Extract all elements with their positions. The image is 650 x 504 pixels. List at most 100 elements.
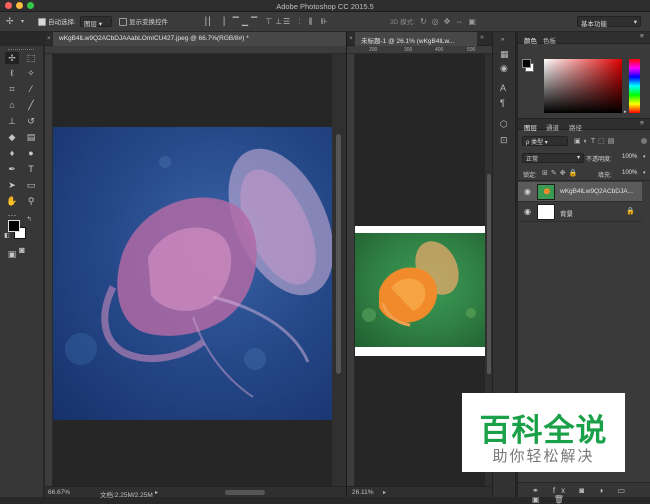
canvas-pasteboard-1[interactable] (53, 54, 346, 486)
tab-swatches[interactable]: 色板 (543, 35, 556, 45)
layer-action-icons[interactable]: ⚭ fx ◙ ◑ ▭ ▣ 🗑 (532, 486, 650, 504)
3d-tools-icons[interactable]: ↻◎✥⇔▣ (420, 17, 481, 26)
gradient-tool-icon[interactable]: ▤ (24, 131, 38, 143)
color-panel-tabs: 颜色 色板 ≡ (518, 32, 650, 45)
layer-name[interactable]: 背景 (560, 208, 636, 218)
vertical-scrollbar-1[interactable] (332, 54, 346, 486)
scroll-thumb-2[interactable] (487, 174, 491, 374)
vertical-ruler-2[interactable] (347, 54, 355, 486)
lasso-tool-icon[interactable]: ℓ (5, 67, 19, 79)
panel-menu-icon[interactable]: ≡ (640, 120, 644, 127)
vertical-ruler-1[interactable] (45, 54, 53, 486)
history-brush-tool-icon[interactable]: ↺ (24, 115, 38, 127)
zoom-tool-icon[interactable]: ⚲ (24, 195, 38, 207)
layer-row[interactable]: ◉ 背景 🔒 (518, 202, 642, 222)
align-icons[interactable]: ▕▏▕ ▔▁▔ ⊤⊥ (200, 17, 285, 26)
hand-tool-icon[interactable]: ✋ (5, 195, 19, 207)
tab-document-1[interactable]: wKgB4lLw9Q2ACbDJAAabLOmICU427.jpeg @ 66.… (53, 32, 346, 46)
chevron-down-icon[interactable]: ▾ (643, 154, 646, 160)
layer-filter-icons[interactable]: ▣◐T⬚▤ (574, 137, 617, 146)
properties-panel-icon[interactable]: ◉ (500, 64, 508, 73)
visibility-eye-icon[interactable]: ◉ (524, 208, 532, 216)
horizontal-scroll-thumb-1[interactable] (225, 490, 265, 495)
magic-wand-tool-icon[interactable]: ✧ (24, 67, 38, 79)
options-bar: ✢ ▾ 自动选择: 图层 ▾ 显示变换控件 ▕▏▕ ▔▁▔ ⊤⊥ ☰ ⫶ ⫼ ⊪… (0, 12, 650, 32)
close-tab-icon[interactable]: × (349, 35, 353, 42)
brush-tool-icon[interactable]: ╱ (24, 99, 38, 111)
path-selection-tool-icon[interactable]: ➤ (5, 179, 19, 191)
rectangle-tool-icon[interactable]: ▭ (24, 179, 38, 191)
hue-slider-handle-icon[interactable]: ▸ (624, 109, 627, 115)
placed-jellyfish-layer[interactable] (355, 233, 485, 347)
collapse-dock-icon[interactable]: » (501, 36, 504, 45)
status-menu-arrow-icon[interactable]: ▸ (383, 489, 386, 496)
healing-brush-tool-icon[interactable]: ⌂ (5, 99, 19, 111)
opacity-label: 不透明度: (586, 157, 612, 163)
close-tab-icon[interactable]: × (47, 35, 51, 42)
scroll-thumb-1[interactable] (336, 134, 341, 374)
color-picker-field[interactable] (544, 59, 622, 113)
app-title: Adobe Photoshop CC 2015.5 (276, 2, 374, 11)
foreground-color-swatch[interactable] (8, 220, 20, 232)
layer-name[interactable]: wKgB4lLw9Q2ACbDJA... (560, 188, 636, 195)
tab-channels[interactable]: 通道 (546, 122, 559, 132)
auto-select-checkbox[interactable]: 自动选择: (38, 16, 76, 27)
panel-menu-icon[interactable]: ≡ (640, 33, 644, 40)
auto-select-target-dropdown[interactable]: 图层 ▾ (80, 16, 112, 28)
show-transform-checkbox[interactable]: 显示变换控件 (119, 16, 168, 27)
layer-filter-dropdown[interactable]: ρ 类型 ▾ (522, 136, 568, 146)
white-document-canvas[interactable] (355, 226, 485, 356)
swap-colors-icon[interactable]: ↰ (25, 216, 33, 224)
jellyfish-illustration (65, 148, 334, 398)
zoom-level-2[interactable]: 26.11% (352, 489, 374, 496)
distribute-icons[interactable]: ☰ ⫶ ⫼ ⊪ (283, 17, 331, 26)
watermark-badge: 百科全说 助你轻松解决 (462, 393, 625, 472)
character-panel-icon[interactable]: A (500, 84, 506, 93)
filter-toggle-icon[interactable] (641, 138, 647, 144)
dodge-tool-icon[interactable]: ● (24, 147, 38, 159)
3d-panel-icon[interactable]: ⬡ (500, 120, 508, 129)
screen-mode-icon[interactable]: ▣ (5, 248, 19, 260)
chevron-down-icon[interactable]: ▾ (643, 170, 646, 176)
marquee-tool-icon[interactable]: ⬚ (24, 52, 38, 64)
chevron-down-icon[interactable]: ▾ (21, 18, 24, 27)
default-colors-icon[interactable]: ◧ (3, 232, 11, 240)
tab-paths[interactable]: 路径 (569, 122, 582, 132)
tab-layers[interactable]: 图层 (524, 122, 537, 132)
checkbox-empty-icon[interactable] (119, 18, 127, 27)
fill-label: 填充: (598, 173, 612, 179)
layer-row[interactable]: ◉ wKgB4lLw9Q2ACbDJA... (518, 182, 642, 202)
foreground-color-chip[interactable] (522, 59, 531, 68)
visibility-eye-icon[interactable]: ◉ (524, 188, 532, 196)
move-tool-icon[interactable]: ✢ (6, 17, 14, 26)
status-menu-arrow-icon[interactable]: ▸ (155, 489, 158, 496)
jellyfish-image[interactable] (53, 127, 337, 420)
paragraph-panel-icon[interactable]: ¶ (500, 99, 505, 108)
hue-slider[interactable] (629, 59, 640, 113)
lock-icon: 🔒 (626, 208, 635, 215)
clone-stamp-tool-icon[interactable]: ⊥ (5, 115, 19, 127)
zoom-level[interactable]: 66.67% (48, 489, 70, 496)
eraser-tool-icon[interactable]: ◆ (5, 131, 19, 143)
checkbox-checked-icon[interactable] (38, 18, 46, 27)
document-size[interactable]: 文档:2.25M/2.25M (100, 489, 153, 499)
horizontal-ruler-2[interactable]: 200 300 400 500 (347, 46, 493, 54)
crop-tool-icon[interactable]: ⌗ (5, 83, 19, 95)
lock-icons[interactable]: ⊞✎✥🔒 (542, 169, 580, 177)
pen-tool-icon[interactable]: ✒ (5, 163, 19, 175)
tab-document-2[interactable]: 未标题-1 @ 26.1% (wKgB4lLw... (355, 32, 477, 46)
blur-tool-icon[interactable]: ♦ (5, 147, 19, 159)
tab-overflow-icon[interactable]: » (480, 34, 484, 41)
move-tool-icon[interactable]: ✢ (5, 52, 19, 64)
type-tool-icon[interactable]: T (24, 163, 38, 175)
eyedropper-tool-icon[interactable]: ⁄ (24, 83, 38, 95)
window-titlebar: Adobe Photoshop CC 2015.5 (0, 0, 650, 12)
adjustments-panel-icon[interactable]: ⊡ (500, 136, 508, 145)
history-panel-icon[interactable]: ▦ (500, 50, 509, 59)
workspace-dropdown[interactable]: 基本功能 ▾ (577, 16, 641, 28)
horizontal-ruler-1[interactable] (45, 46, 346, 54)
tab-color[interactable]: 颜色 (524, 35, 537, 45)
opacity-input[interactable]: 100% (622, 154, 637, 160)
blend-mode-dropdown[interactable]: 正常 ▾ (522, 153, 584, 163)
fill-input[interactable]: 100% (622, 170, 637, 176)
